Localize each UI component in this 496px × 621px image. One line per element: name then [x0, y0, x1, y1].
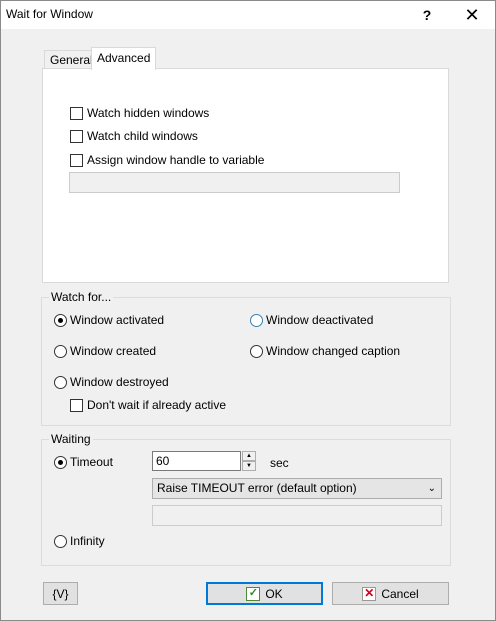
assign-handle-label: Assign window handle to variable [87, 153, 265, 167]
radio-button[interactable] [54, 313, 67, 327]
radio-button[interactable] [54, 375, 67, 389]
radio-label: Window activated [70, 313, 165, 327]
close-button[interactable]: ✕ [449, 1, 495, 29]
checkbox-box[interactable] [70, 153, 83, 167]
handle-variable-field[interactable] [69, 172, 400, 193]
radio-button[interactable] [54, 344, 67, 358]
radio-infinity[interactable]: Infinity [54, 534, 105, 548]
radio-label: Infinity [70, 534, 105, 548]
checkbox-box[interactable] [70, 106, 83, 120]
ok-label: OK [265, 586, 283, 601]
dont-wait-checkbox[interactable]: Don't wait if already active [70, 398, 226, 412]
watch-hidden-label: Watch hidden windows [87, 106, 210, 120]
tab-advanced[interactable]: Advanced [91, 47, 157, 70]
radio-label: Window deactivated [266, 313, 374, 327]
checkbox-box[interactable] [70, 129, 83, 143]
timeout-unit: sec [270, 456, 289, 470]
radio-label: Timeout [70, 455, 113, 469]
checkbox-box[interactable] [70, 398, 83, 412]
spin-up-icon[interactable]: ▲ [242, 451, 256, 461]
waiting-label: Waiting [49, 432, 93, 446]
radio-label: Window destroyed [70, 375, 169, 389]
dialog-window: Wait for Window ? ✕ General Advanced Wat… [0, 0, 496, 621]
timeout-extra-field[interactable] [152, 505, 442, 526]
ok-button[interactable]: ✓ OK [206, 582, 323, 605]
help-button[interactable]: ? [404, 1, 450, 29]
timeout-action-select[interactable]: Raise TIMEOUT error (default option) ⌄ [152, 478, 442, 499]
spin-down-icon[interactable]: ▼ [242, 461, 256, 471]
radio-button[interactable] [54, 534, 67, 548]
radio-window-created[interactable]: Window created [54, 344, 156, 358]
timeout-action-value: Raise TIMEOUT error (default option) [157, 481, 357, 495]
window-title: Wait for Window [6, 7, 93, 21]
radio-window-activated[interactable]: Window activated [54, 313, 164, 327]
radio-window-destroyed[interactable]: Window destroyed [54, 375, 169, 389]
checkmark-icon: ✓ [246, 586, 261, 601]
cancel-x-icon: ✕ [362, 585, 377, 601]
radio-button[interactable] [250, 344, 263, 358]
variables-label: {V} [52, 586, 69, 601]
cancel-label: Cancel [381, 586, 419, 601]
watch-for-label: Watch for... [49, 290, 114, 304]
radio-button[interactable] [250, 313, 263, 327]
assign-handle-checkbox[interactable]: Assign window handle to variable [70, 153, 264, 167]
variables-button[interactable]: {V} [43, 582, 78, 605]
chevron-down-icon: ⌄ [427, 483, 436, 494]
watch-child-label: Watch child windows [87, 129, 198, 143]
radio-window-deactivated[interactable]: Window deactivated [250, 313, 373, 327]
advanced-tab-panel: Watch hidden windows Watch child windows… [42, 68, 449, 283]
timeout-input[interactable]: 60 [152, 451, 241, 471]
title-bar: Wait for Window ? ✕ [1, 1, 495, 29]
radio-timeout[interactable]: Timeout [54, 455, 113, 469]
watch-child-checkbox[interactable]: Watch child windows [70, 129, 198, 143]
radio-label: Window changed caption [266, 344, 401, 358]
watch-hidden-checkbox[interactable]: Watch hidden windows [70, 106, 209, 120]
timeout-spinner[interactable]: ▲ ▼ [242, 451, 256, 471]
dont-wait-label: Don't wait if already active [87, 398, 227, 412]
radio-window-changed-caption[interactable]: Window changed caption [250, 344, 400, 358]
watch-for-group: Watch for... Window activated Window dea… [41, 290, 451, 426]
cancel-button[interactable]: ✕ Cancel [332, 582, 449, 605]
radio-label: Window created [70, 344, 157, 358]
radio-button[interactable] [54, 455, 67, 469]
